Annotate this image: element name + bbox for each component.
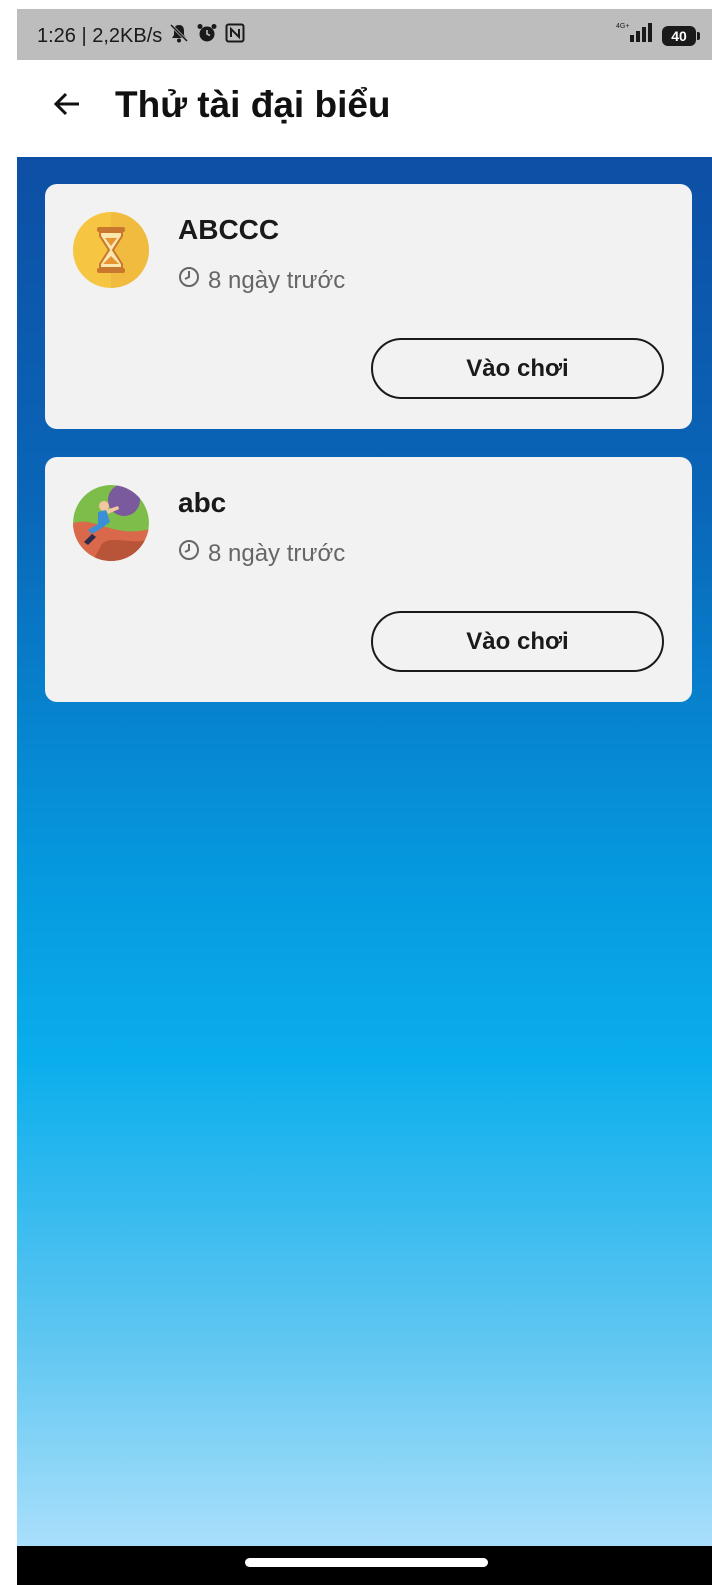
status-bar: 1:26 | 2,2KB/s 4G+ 40: [17, 9, 712, 60]
alarm-icon: [196, 22, 218, 50]
battery-indicator: 40: [662, 26, 696, 46]
battery-tip: [697, 32, 700, 40]
game-time: 8 ngày trước: [178, 266, 345, 295]
network-label: 4G+: [616, 23, 629, 30]
game-list: ABCCC 8 ngày trước Vào chơi abc 8 ngày t…: [17, 157, 712, 1546]
page-title: Thử tài đại biểu: [115, 84, 391, 125]
arrow-left-icon: [51, 88, 83, 125]
game-name: abc: [178, 487, 227, 518]
game-card: ABCCC 8 ngày trước Vào chơi: [45, 184, 692, 429]
back-button[interactable]: [47, 86, 87, 126]
status-time: 1:26 | 2,2KB/s: [37, 24, 163, 47]
play-button[interactable]: Vào chơi: [371, 611, 664, 672]
signal-icon: 4G+: [616, 21, 656, 51]
hourglass-icon: [72, 211, 150, 289]
clock-icon: [178, 266, 200, 295]
game-name: ABCCC: [178, 214, 280, 245]
home-indicator[interactable]: [245, 1558, 488, 1567]
app-screen: 1:26 | 2,2KB/s 4G+ 40 Thử tài đại biểu A…: [17, 9, 712, 1585]
play-button[interactable]: Vào chơi: [371, 338, 664, 399]
mute-bell-icon: [168, 22, 190, 50]
nfc-icon: [224, 22, 246, 50]
app-bar: Thử tài đại biểu: [17, 60, 712, 157]
game-card: abc 8 ngày trước Vào chơi: [45, 457, 692, 702]
status-right: 4G+ 40: [616, 21, 700, 51]
game-time-label: 8 ngày trước: [208, 539, 346, 567]
climber-icon: [72, 484, 150, 562]
status-left: 1:26 | 2,2KB/s: [37, 22, 246, 50]
game-time: 8 ngày trước: [178, 539, 345, 568]
game-time-label: 8 ngày trước: [208, 266, 346, 294]
clock-icon: [178, 539, 200, 568]
navigation-bar: [17, 1546, 712, 1585]
